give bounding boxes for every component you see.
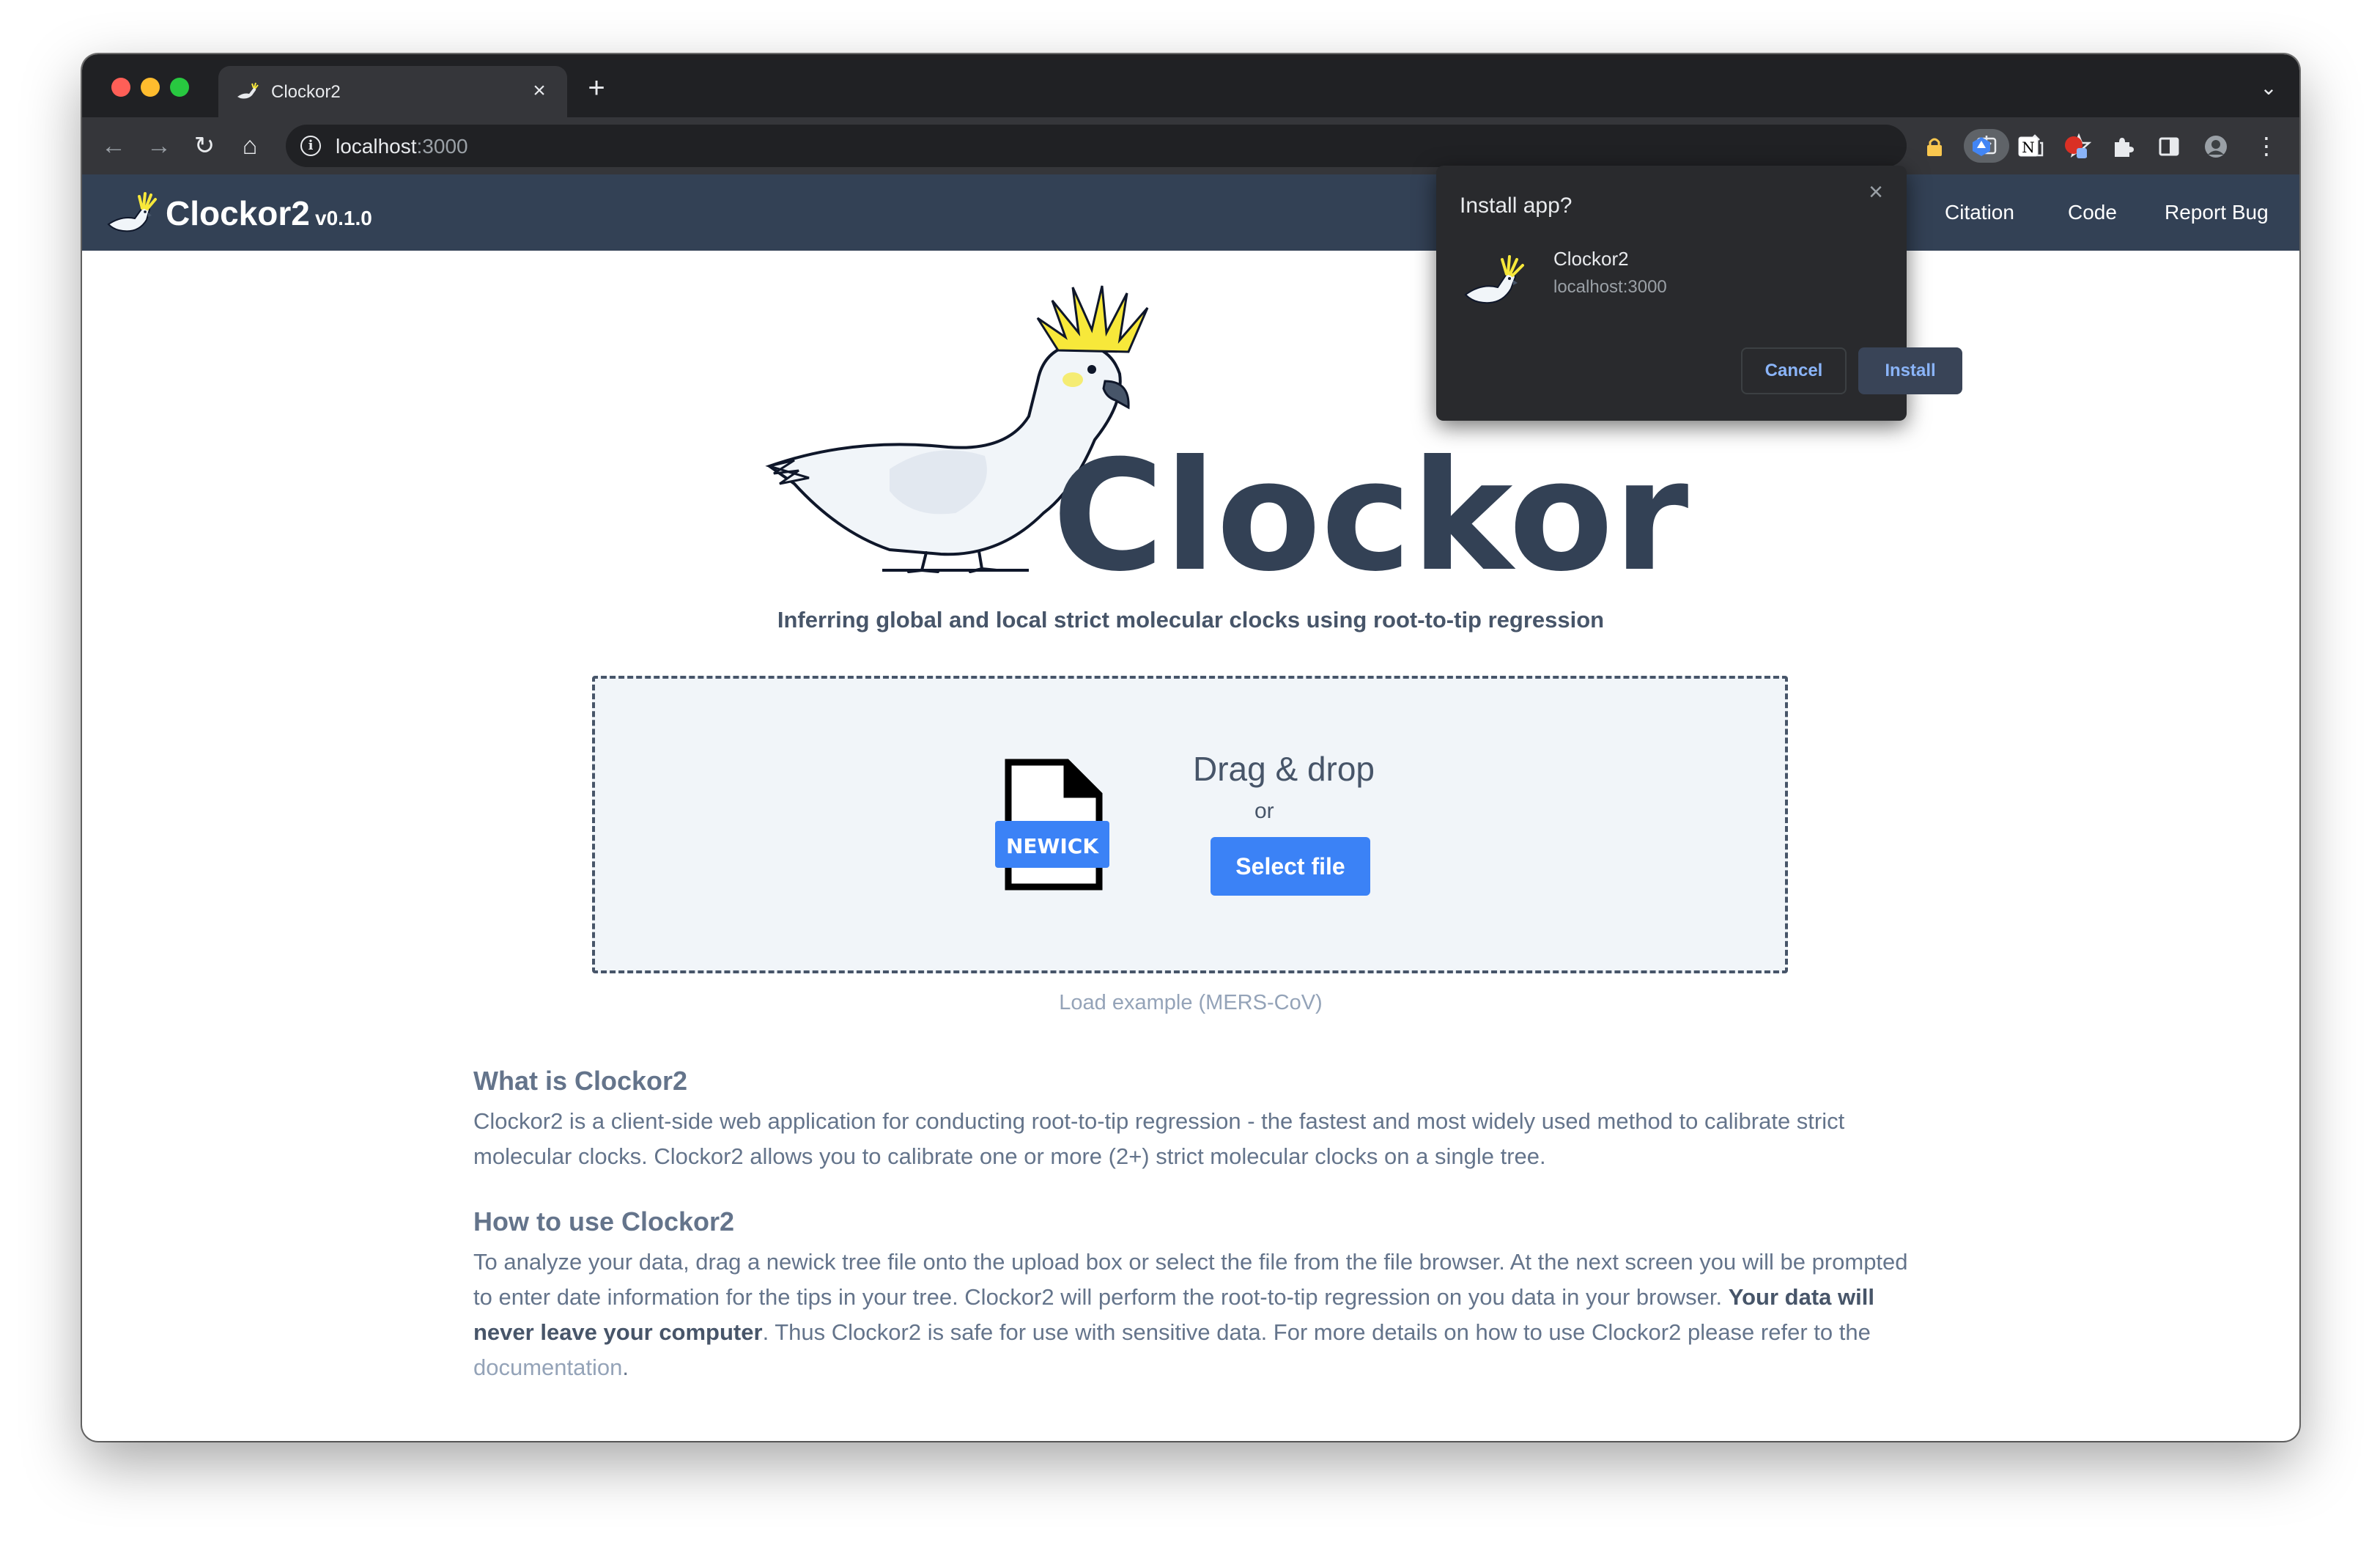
url-host: localhost	[336, 135, 417, 158]
browser-window: Clockor2 × + ⌄ ← → ↻ ⌂ i localhost:3000	[82, 54, 2299, 1441]
address-bar[interactable]: i localhost:3000	[286, 125, 2091, 167]
browser-menu-icon[interactable]: ⋮	[2250, 129, 2283, 163]
url-port: :3000	[416, 135, 468, 158]
tab-search-button[interactable]: ⌄	[2254, 73, 2283, 103]
svg-text:N: N	[2022, 139, 2035, 156]
site-info-icon[interactable]: i	[300, 136, 321, 156]
about-section: What is Clockor2 Clockor2 is a client-si…	[473, 1066, 1924, 1174]
url-text[interactable]: localhost:3000	[336, 135, 468, 158]
load-example-link: Load example (MERS-CoV)	[82, 991, 2299, 1015]
howto-heading: How to use Clockor2	[473, 1206, 735, 1236]
profile-avatar-icon[interactable]	[2204, 135, 2228, 158]
install-button[interactable]: Install	[1858, 347, 1962, 394]
notion-extension-icon[interactable]: N	[2017, 135, 2040, 158]
recording-extension-icon[interactable]	[2063, 135, 2087, 158]
file-dropzone[interactable]: NEWICK Drag & drop or Select file	[592, 676, 1788, 973]
newick-file-icon: NEWICK	[995, 759, 1109, 891]
tab-strip: Clockor2 × + ⌄	[82, 54, 2299, 117]
reload-button[interactable]: ↻	[188, 129, 221, 163]
dialog-close-icon[interactable]: ×	[1863, 179, 1889, 205]
home-button[interactable]: ⌂	[233, 129, 267, 163]
nav-report-bug[interactable]: Report Bug	[2165, 201, 2269, 224]
extensions-puzzle-icon[interactable]	[2110, 135, 2134, 158]
drag-drop-title: Drag & drop	[1193, 750, 1375, 788]
cancel-button[interactable]: Cancel	[1741, 347, 1847, 394]
tab-close-icon[interactable]: ×	[526, 78, 552, 104]
hero-wordmark: Clockor2	[1052, 428, 1696, 579]
back-button[interactable]: ←	[97, 129, 130, 163]
minimize-window-button[interactable]	[141, 78, 160, 97]
nav-code[interactable]: Code	[2068, 201, 2117, 224]
nav-citation[interactable]: Citation	[1945, 201, 2014, 224]
dialog-title: Install app?	[1460, 194, 1572, 218]
close-window-button[interactable]	[111, 78, 130, 97]
howto-text-1: To analyze your data, drag a newick tree…	[473, 1249, 1908, 1310]
cockatoo-logo-icon[interactable]	[106, 188, 160, 237]
password-lock-icon[interactable]	[1923, 135, 1946, 158]
cockatoo-favicon-icon	[237, 82, 259, 99]
documentation-link[interactable]: documentation	[473, 1354, 622, 1380]
side-panel-icon[interactable]	[2157, 135, 2181, 158]
or-label: or	[1254, 799, 1274, 823]
tab-title: Clockor2	[271, 82, 341, 102]
tab-clockor2[interactable]: Clockor2 ×	[218, 66, 567, 117]
about-heading: What is Clockor2	[473, 1066, 688, 1096]
extension-hex-icon[interactable]	[1970, 135, 1993, 158]
tagline: Inferring global and local strict molecu…	[777, 607, 1605, 633]
load-example-text[interactable]: Load example (MERS-CoV)	[1059, 991, 1322, 1014]
new-tab-button[interactable]: +	[582, 73, 611, 103]
app-cockatoo-icon	[1464, 255, 1524, 304]
app-origin: localhost:3000	[1553, 277, 1667, 297]
version-label: v0.1.0	[315, 207, 372, 229]
select-file-button[interactable]: Select file	[1211, 837, 1370, 896]
file-type-label: NEWICK	[1006, 834, 1099, 858]
howto-text: To analyze your data, drag a newick tree…	[473, 1245, 1924, 1385]
howto-section: How to use Clockor2 To analyze your data…	[473, 1206, 1924, 1385]
install-app-dialog: Install app? × Clockor2 localhost:3000 C…	[1436, 166, 1962, 421]
app-name: Clockor2	[1553, 248, 1629, 270]
browser-toolbar: ← → ↻ ⌂ i localhost:3000 N ⋮	[82, 117, 2299, 174]
forward-button[interactable]: →	[142, 129, 176, 163]
maximize-window-button[interactable]	[170, 78, 189, 97]
howto-text-3: .	[622, 1354, 629, 1380]
about-text: Clockor2 is a client-side web applicatio…	[473, 1108, 1845, 1169]
brand-name[interactable]: Clockor2	[166, 194, 310, 233]
howto-text-2: . Thus Clockor2 is safe for use with sen…	[762, 1319, 1871, 1345]
app-navbar: Clockor2 v0.1.0 Citation Code Report Bug	[82, 174, 2299, 251]
